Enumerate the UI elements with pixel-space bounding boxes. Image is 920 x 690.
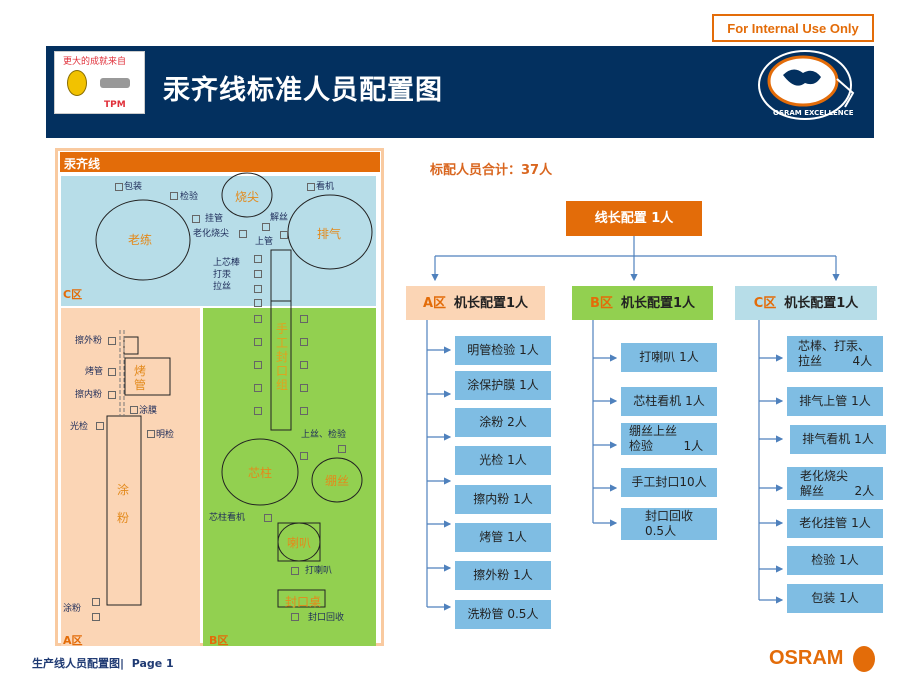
role-box: 老化挂管 1人 xyxy=(787,509,883,538)
role-box: 擦外粉 1人 xyxy=(455,561,551,590)
role-box: 检验 1人 xyxy=(787,546,883,575)
role-box: 洗粉管 0.5人 xyxy=(455,600,551,629)
role-box: 排气看机 1人 xyxy=(790,425,886,454)
role-box: 明管检验 1人 xyxy=(455,336,551,365)
osram-bulb-icon xyxy=(853,646,875,672)
zone-c-header: C区 机长配置1人 xyxy=(735,286,877,320)
footer: 生产线人员配置图| Page 1 xyxy=(32,655,174,671)
role-box: 手工封口10人 xyxy=(621,468,717,497)
role-box: 芯柱看机 1人 xyxy=(621,387,717,416)
role-box: 排气上管 1人 xyxy=(787,387,883,416)
role-box: 烤管 1人 xyxy=(455,523,551,552)
line-leader-box: 线长配置 1人 xyxy=(566,201,702,236)
footer-title: 生产线人员配置图| xyxy=(32,657,125,670)
role-box: 包装 1人 xyxy=(787,584,883,613)
page-number: Page 1 xyxy=(131,657,174,670)
role-box: 涂粉 2人 xyxy=(455,408,551,437)
role-box: 打喇叭 1人 xyxy=(621,343,717,372)
role-box: 芯棒、打汞、 拉丝 4人 xyxy=(787,336,883,372)
osram-logo: OSRAM xyxy=(769,647,844,669)
role-box: 封口回收 0.5人 xyxy=(621,508,717,540)
role-box: 老化烧尖 解丝 2人 xyxy=(787,467,883,500)
role-box: 擦内粉 1人 xyxy=(455,485,551,514)
role-box: 光检 1人 xyxy=(455,446,551,475)
org-connectors xyxy=(426,236,840,611)
role-box: 涂保护膜 1人 xyxy=(455,371,551,400)
zone-a-header: A区 机长配置1人 xyxy=(406,286,545,320)
zone-b-header: B区 机长配置1人 xyxy=(572,286,713,320)
role-box: 绷丝上丝 检验 1人 xyxy=(621,423,717,455)
